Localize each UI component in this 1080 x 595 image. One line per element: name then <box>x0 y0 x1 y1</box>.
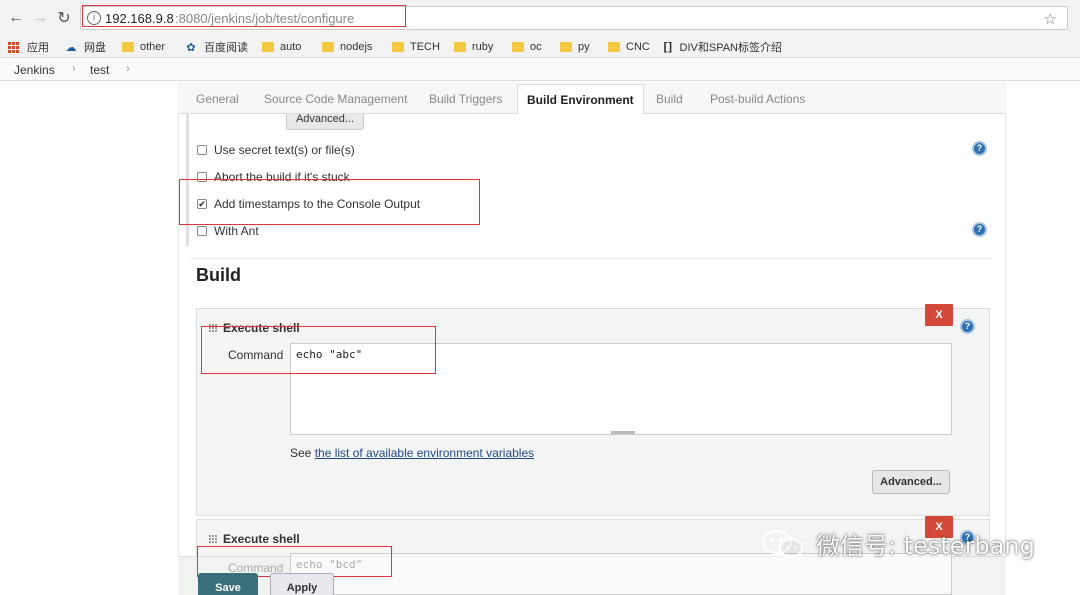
bookmark-label: nodejs <box>340 41 373 53</box>
option-label: Use secret text(s) or file(s) <box>214 143 355 157</box>
bookmark-label: auto <box>280 41 302 53</box>
bracket-icon: [ ] <box>663 41 672 53</box>
bookmark-label: other <box>140 41 166 53</box>
command-text: echo "abc" <box>296 348 363 361</box>
tab-build-triggers[interactable]: Build Triggers <box>429 84 502 114</box>
address-bar[interactable]: i 192.168.9.8 :8080/jenkins/job/test/con… <box>80 6 1068 30</box>
url-path: :8080/jenkins/job/test/configure <box>175 11 355 26</box>
folder-icon <box>122 42 134 52</box>
jenkins-breadcrumb: Jenkins › test › <box>0 59 1080 81</box>
paw-icon: ✿ <box>186 41 196 54</box>
help-icon[interactable]: ? <box>972 222 987 237</box>
bookmark-apps[interactable]: 应用 <box>8 39 49 55</box>
advanced-button-partial[interactable]: Advanced... <box>286 114 364 130</box>
tab-build-environment[interactable]: Build Environment <box>517 84 644 114</box>
checkbox[interactable] <box>197 226 207 236</box>
env-vars-hint: See the list of available environment va… <box>290 446 534 460</box>
bookmark-label: ruby <box>472 41 494 53</box>
option-label: Add timestamps to the Console Output <box>214 197 421 211</box>
bookmark-div-span[interactable]: [ ] DIV和SPAN标签介绍 <box>662 39 782 55</box>
forward-arrow-icon[interactable]: → <box>30 8 50 28</box>
bookmark-tech[interactable]: TECH <box>392 39 440 55</box>
env-vars-link[interactable]: the list of available environment variab… <box>315 446 534 460</box>
step-title-label: Execute shell <box>223 532 300 546</box>
bookmarks-bar: 应用 ☁ 网盘 other ✿ 百度阅读 auto nodejs TECH ru… <box>0 36 1080 58</box>
bookmark-label: py <box>578 41 590 53</box>
help-icon[interactable]: ? <box>960 319 975 334</box>
bookmark-other[interactable]: other <box>122 39 165 55</box>
reload-icon[interactable]: ↻ <box>54 8 74 28</box>
bookmark-label: CNC <box>626 41 650 53</box>
folder-icon <box>392 42 404 52</box>
command-textarea[interactable]: echo "abc" <box>290 343 952 435</box>
folder-icon <box>560 42 572 52</box>
breadcrumb-separator: › <box>72 63 76 75</box>
folder-icon <box>608 42 620 52</box>
bookmark-nodejs[interactable]: nodejs <box>322 39 372 55</box>
folder-icon <box>262 42 274 52</box>
resize-handle[interactable] <box>611 431 635 434</box>
help-icon[interactable]: ? <box>972 141 987 156</box>
browser-toolbar: ← → ↻ i 192.168.9.8 :8080/jenkins/job/te… <box>0 0 1080 36</box>
cloud-icon: ☁ <box>65 41 77 54</box>
step-title[interactable]: Execute shell <box>209 321 300 335</box>
folder-icon <box>454 42 466 52</box>
bookmark-label: 网盘 <box>84 42 106 54</box>
folder-icon <box>512 42 524 52</box>
breadcrumb-test[interactable]: test <box>90 63 109 77</box>
drag-handle-icon[interactable] <box>209 324 217 332</box>
bookmark-baidu-read[interactable]: ✿ 百度阅读 <box>184 39 248 55</box>
tab-source-code-management[interactable]: Source Code Management <box>264 84 407 114</box>
checkbox[interactable] <box>197 145 207 155</box>
tab-post-build-actions[interactable]: Post-build Actions <box>710 84 805 114</box>
step-title[interactable]: Execute shell <box>209 532 300 546</box>
step-title-label: Execute shell <box>223 321 300 335</box>
config-tabs: General Source Code Management Build Tri… <box>178 82 1006 114</box>
watermark-text: 微信号: testerbang <box>816 532 1035 560</box>
bookmark-ruby[interactable]: ruby <box>454 39 493 55</box>
bookmark-label: DIV和SPAN标签介绍 <box>679 42 782 54</box>
option-label: Abort the build if it's stuck <box>214 170 350 184</box>
bookmark-label: 应用 <box>27 42 49 54</box>
bookmark-label: 百度阅读 <box>204 42 248 54</box>
command-text: echo "bcd" <box>296 558 363 571</box>
env-vars-prefix: See <box>290 446 315 460</box>
checkbox[interactable] <box>197 172 207 182</box>
section-divider <box>190 258 992 259</box>
apply-button[interactable]: Apply <box>270 573 334 595</box>
option-secret-text[interactable]: Use secret text(s) or file(s) <box>197 142 355 158</box>
option-abort-stuck[interactable]: Abort the build if it's stuck <box>197 169 350 185</box>
bookmark-star-icon[interactable]: ☆ <box>1044 10 1057 28</box>
drag-handle-icon[interactable] <box>209 535 217 543</box>
folder-icon <box>322 42 334 52</box>
breadcrumb-jenkins[interactable]: Jenkins <box>14 63 55 77</box>
wechat-watermark: 微信号: testerbang <box>760 526 1035 561</box>
bookmark-label: TECH <box>410 41 440 53</box>
delete-step-button[interactable]: X <box>925 304 953 326</box>
advanced-button[interactable]: Advanced... <box>872 470 950 494</box>
bookmark-label: oc <box>530 41 542 53</box>
save-button[interactable]: Save <box>198 573 258 595</box>
tab-build[interactable]: Build <box>656 84 683 114</box>
bookmark-netdisk[interactable]: ☁ 网盘 <box>64 39 107 55</box>
apps-grid-icon <box>8 41 19 53</box>
section-indent-bar <box>186 114 189 246</box>
bookmark-cnc[interactable]: CNC <box>608 39 650 55</box>
build-section-title: Build <box>196 265 241 285</box>
site-info-icon[interactable]: i <box>87 11 101 25</box>
breadcrumb-separator: › <box>126 63 130 75</box>
bookmark-py[interactable]: py <box>560 39 590 55</box>
checkbox-checked[interactable]: ✔ <box>197 199 207 209</box>
back-arrow-icon[interactable]: ← <box>6 8 26 28</box>
option-label: With Ant <box>214 224 259 238</box>
option-with-ant[interactable]: With Ant <box>197 223 259 239</box>
command-label: Command <box>228 348 284 362</box>
tab-general[interactable]: General <box>196 84 239 114</box>
option-add-timestamps[interactable]: ✔ Add timestamps to the Console Output <box>197 196 420 212</box>
bookmark-oc[interactable]: oc <box>512 39 542 55</box>
url-host: 192.168.9.8 <box>105 11 174 26</box>
wechat-icon <box>761 529 804 558</box>
bookmark-auto[interactable]: auto <box>262 39 301 55</box>
